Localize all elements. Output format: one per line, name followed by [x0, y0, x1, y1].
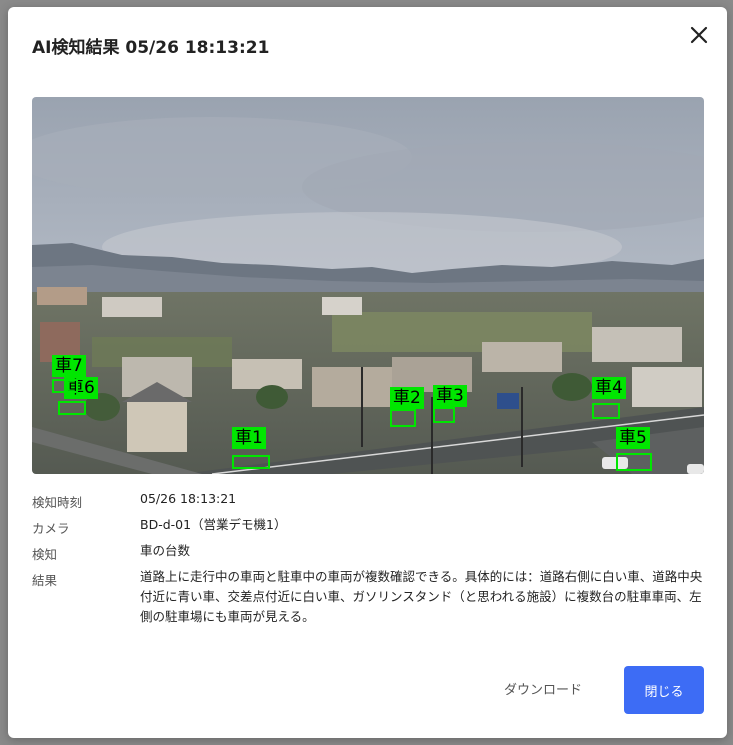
detection-info: 検知時刻 05/26 18:13:21 カメラ BD-d-01（営業デモ機1） …	[32, 491, 712, 634]
info-value: 05/26 18:13:21	[140, 491, 237, 506]
camera-snapshot: 車1 車2 車3 車4 車5 車6 車7	[32, 97, 704, 474]
detection-label: 車4	[592, 377, 626, 399]
detection-box	[433, 407, 455, 423]
detection-label: 車7	[52, 355, 86, 377]
info-row-camera: カメラ BD-d-01（営業デモ機1）	[32, 517, 712, 537]
detection-box	[390, 409, 416, 427]
detection-box	[592, 403, 620, 419]
info-row-result: 結果 道路上に走行中の車両と駐車中の車両が複数確認できる。具体的には：道路右側に…	[32, 569, 712, 627]
info-value: 道路上に走行中の車両と駐車中の車両が複数確認できる。具体的には：道路右側に白い車…	[140, 569, 703, 624]
detection-label: 車3	[433, 385, 467, 407]
info-value: 車の台数	[140, 543, 191, 558]
detection-label: 車2	[390, 387, 424, 409]
detection-result-dialog: AI検知結果 05/26 18:13:21 車1 車2 車3 車4 車5 車6 …	[8, 7, 727, 738]
info-row-time: 検知時刻 05/26 18:13:21	[32, 491, 712, 511]
download-button[interactable]: ダウンロード	[504, 679, 582, 698]
info-key: 検知	[32, 547, 58, 562]
dialog-title: AI検知結果 05/26 18:13:21	[32, 38, 270, 58]
info-row-detection: 検知 車の台数	[32, 543, 712, 563]
info-value: BD-d-01（営業デモ機1）	[140, 517, 287, 532]
info-key: 結果	[32, 573, 58, 588]
close-icon[interactable]	[687, 23, 711, 47]
detection-box	[232, 455, 270, 469]
info-key: カメラ	[32, 521, 70, 536]
detection-label: 車5	[616, 427, 650, 449]
info-key: 検知時刻	[32, 495, 83, 510]
close-button[interactable]: 閉じる	[624, 666, 704, 714]
detection-box	[616, 453, 652, 471]
detection-box	[52, 379, 78, 393]
detection-label: 車1	[232, 427, 266, 449]
detection-box	[58, 401, 86, 415]
